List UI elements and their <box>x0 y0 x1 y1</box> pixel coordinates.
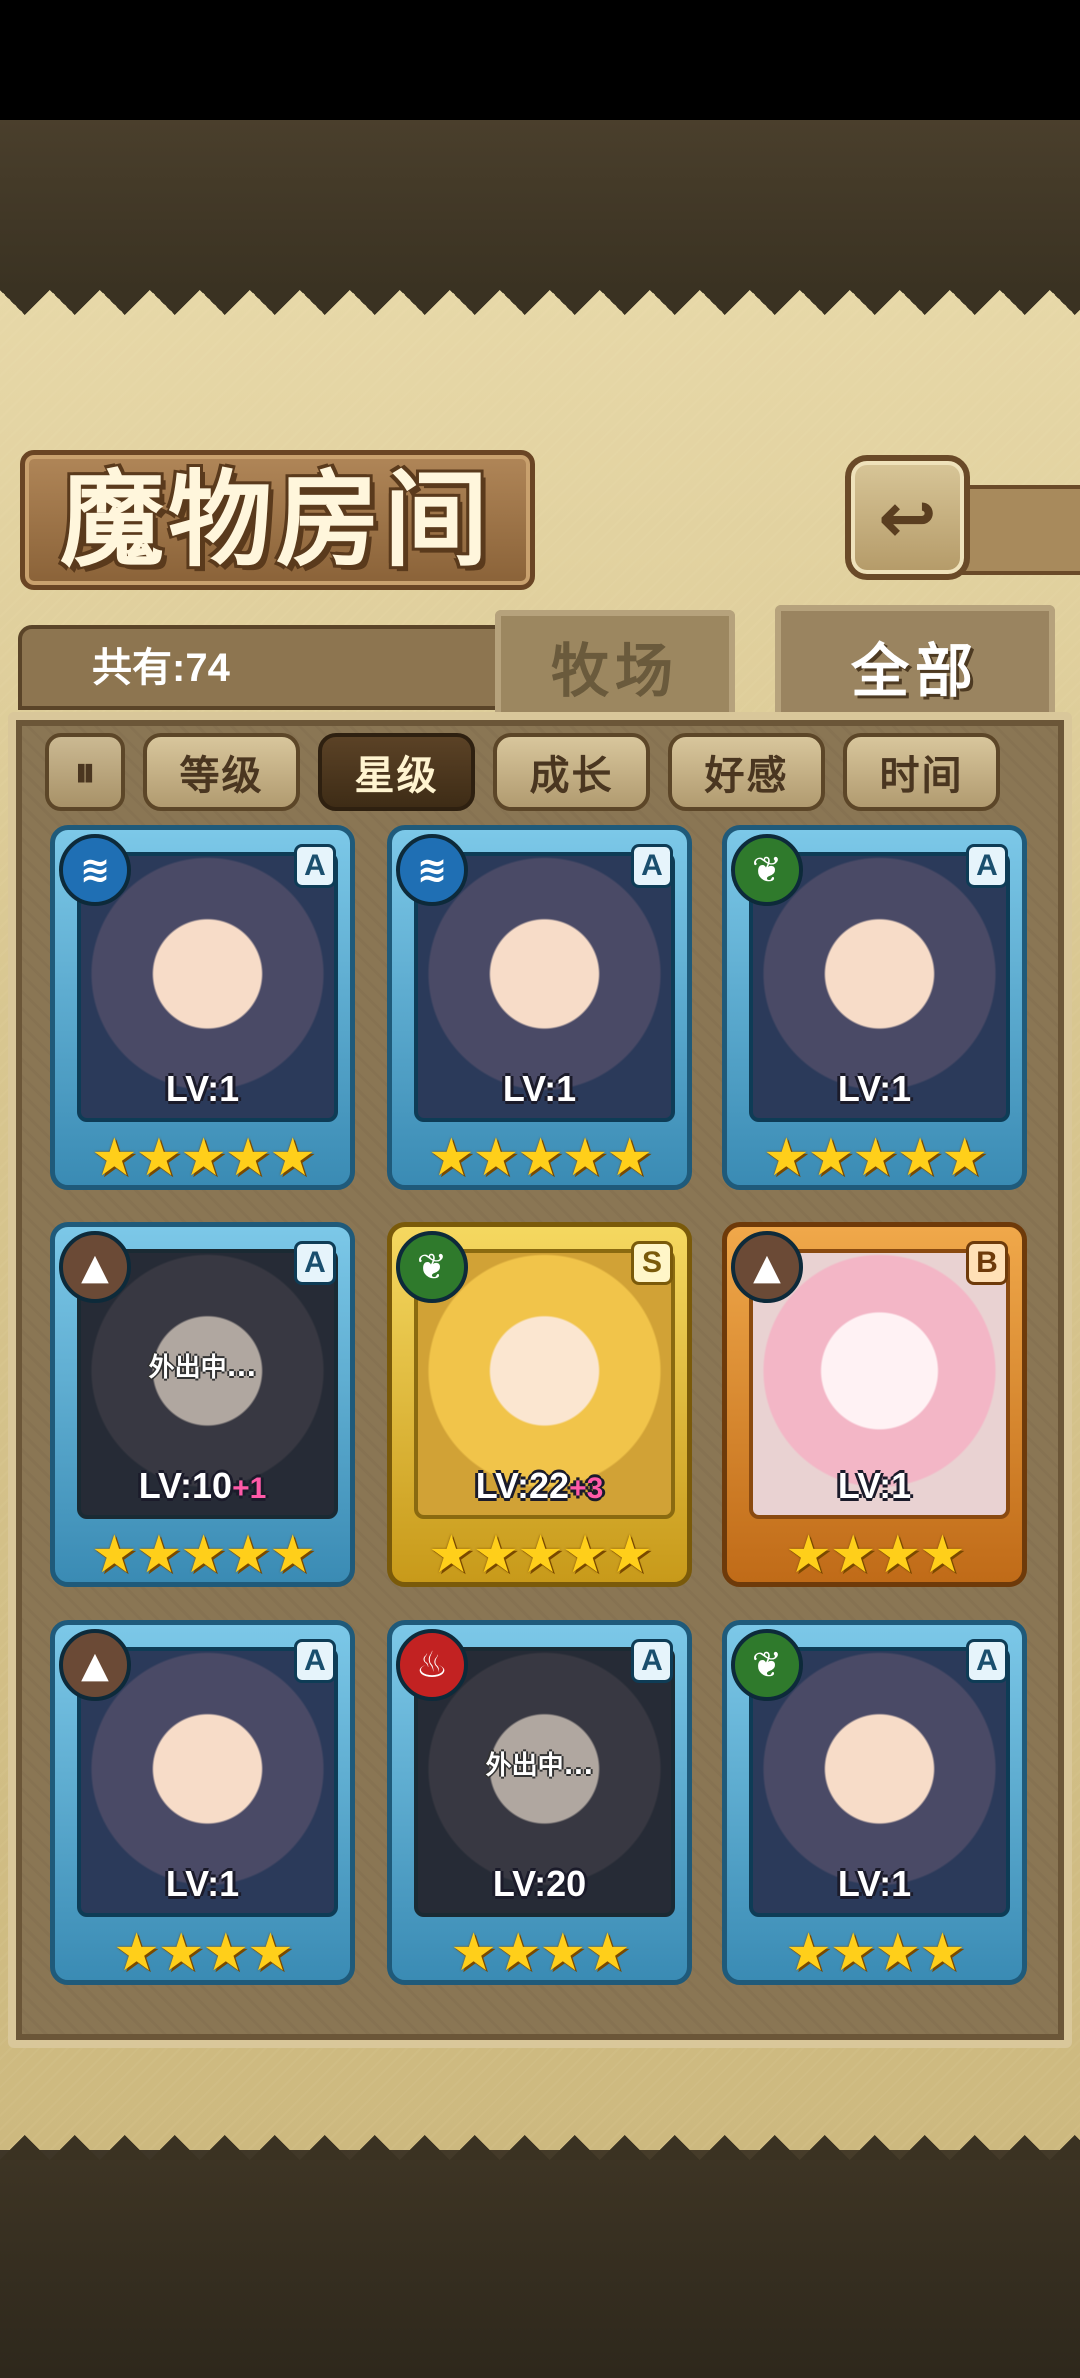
level-value: LV:1 <box>165 1863 240 1904</box>
rank-badge: A <box>631 1639 673 1683</box>
rank-badge: A <box>294 1241 336 1285</box>
monster-card[interactable]: ≋ A LV:1 ★★★★★ <box>387 825 692 1190</box>
status-bar-area <box>0 0 1080 120</box>
rank-badge: A <box>631 844 673 888</box>
star-rating: ★★★★★ <box>762 1128 988 1188</box>
star-rating: ★★★★ <box>785 1923 965 1983</box>
monster-card[interactable]: ≋ A LV:1 ★★★★★ <box>50 825 355 1190</box>
star-rating: ★★★★★ <box>90 1525 316 1585</box>
star-rating: ★★★★★ <box>427 1128 653 1188</box>
level-value: LV:1 <box>837 1465 912 1506</box>
level-label: LV:10+1 <box>55 1465 350 1507</box>
away-status: 外出中... <box>485 1751 594 1781</box>
rank-badge: A <box>294 1639 336 1683</box>
sort-order-toggle[interactable]: ⏸ <box>45 733 125 811</box>
level-value: LV:22 <box>475 1465 570 1506</box>
sort-filter-bar: ⏸ 等级 星级 成长 好感 时间 <box>45 733 1000 813</box>
panel-zigzag-top <box>0 290 1080 340</box>
filter-time-button[interactable]: 时间 <box>843 733 1000 811</box>
level-label: LV:22+3 <box>392 1465 687 1507</box>
monster-card[interactable]: ❦ A LV:1 ★★★★ <box>722 1620 1027 1985</box>
star-rating: ★★★★★ <box>427 1525 653 1585</box>
away-status: 外出中... <box>148 1353 257 1383</box>
earth-element-icon: ▲ <box>59 1231 131 1303</box>
filter-star-button[interactable]: 星级 <box>318 733 475 811</box>
panel-zigzag-bottom <box>0 2110 1080 2160</box>
level-bonus: +1 <box>232 1472 267 1505</box>
nature-element-icon: ❦ <box>731 1629 803 1701</box>
filter-affection-button[interactable]: 好感 <box>668 733 825 811</box>
level-label: LV:1 <box>55 1068 350 1110</box>
level-value: LV:10 <box>138 1465 233 1506</box>
monster-count: 共有:74 <box>92 646 230 690</box>
star-rating: ★★★★ <box>785 1525 965 1585</box>
map-band-top <box>0 120 1080 290</box>
level-value: LV:1 <box>165 1068 240 1109</box>
monster-card[interactable]: ♨ A 外出中... LV:20 ★★★★ <box>387 1620 692 1985</box>
fire-element-icon: ♨ <box>396 1629 468 1701</box>
filter-growth-button[interactable]: 成长 <box>493 733 650 811</box>
return-arrow-icon: ↩ <box>878 476 937 559</box>
earth-element-icon: ▲ <box>731 1231 803 1303</box>
level-value: LV:20 <box>492 1863 587 1904</box>
nature-element-icon: ❦ <box>731 834 803 906</box>
rank-badge: A <box>966 844 1008 888</box>
nature-element-icon: ❦ <box>396 1231 468 1303</box>
page-title: 魔物房间 <box>60 458 493 581</box>
filter-level-button[interactable]: 等级 <box>143 733 300 811</box>
level-value: LV:1 <box>837 1863 912 1904</box>
map-band-bottom <box>0 2160 1080 2378</box>
rank-badge: A <box>294 844 336 888</box>
water-element-icon: ≋ <box>59 834 131 906</box>
monster-card[interactable]: ▲ B LV:1 ★★★★ <box>722 1222 1027 1587</box>
level-label: LV:1 <box>727 1863 1022 1905</box>
monster-card[interactable]: ❦ A LV:1 ★★★★★ <box>722 825 1027 1190</box>
monster-card[interactable]: ▲ A LV:1 ★★★★ <box>50 1620 355 1985</box>
rank-badge: S <box>631 1241 673 1285</box>
level-label: LV:20 <box>392 1863 687 1905</box>
star-rating: ★★★★ <box>450 1923 630 1983</box>
star-rating: ★★★★★ <box>90 1128 316 1188</box>
level-label: LV:1 <box>55 1863 350 1905</box>
sort-toggle-icon: ⏸ <box>74 747 96 796</box>
level-label: LV:1 <box>727 1068 1022 1110</box>
star-rating: ★★★★ <box>113 1923 293 1983</box>
level-label: LV:1 <box>727 1465 1022 1507</box>
monster-card[interactable]: ▲ A 外出中... LV:10+1 ★★★★★ <box>50 1222 355 1587</box>
water-element-icon: ≋ <box>396 834 468 906</box>
level-value: LV:1 <box>502 1068 577 1109</box>
level-bonus: +3 <box>569 1472 604 1505</box>
level-label: LV:1 <box>392 1068 687 1110</box>
earth-element-icon: ▲ <box>59 1629 131 1701</box>
back-button[interactable]: ↩ <box>845 455 970 580</box>
tab-farm[interactable]: 牧场 <box>495 610 735 715</box>
rank-badge: B <box>966 1241 1008 1285</box>
monster-card[interactable]: ❦ S LV:22+3 ★★★★★ <box>387 1222 692 1587</box>
rank-badge: A <box>966 1639 1008 1683</box>
tab-all[interactable]: 全部 <box>775 605 1055 720</box>
level-value: LV:1 <box>837 1068 912 1109</box>
